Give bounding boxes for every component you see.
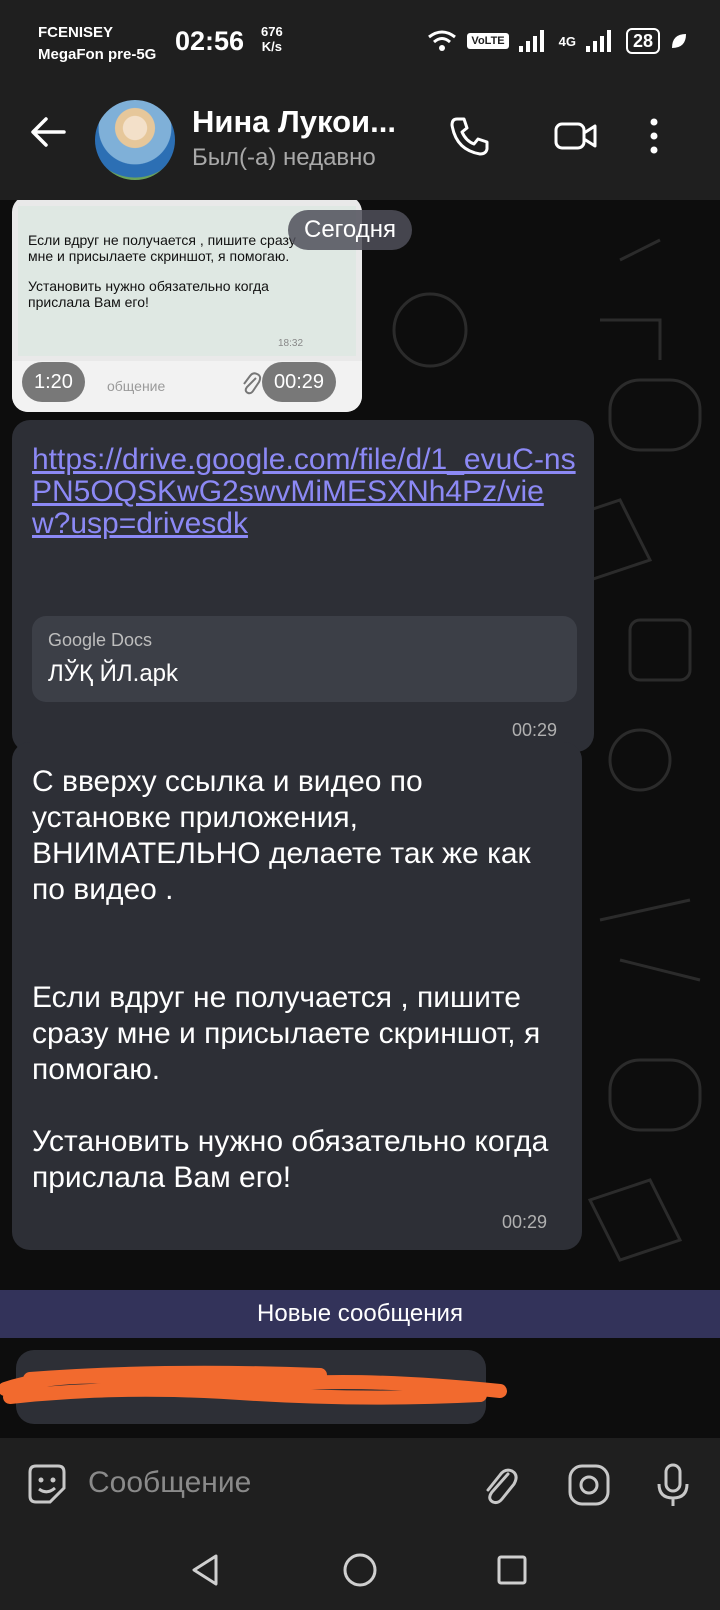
preview-title: ЛЎҚ ЙЛ.apk xyxy=(48,660,179,687)
text-message[interactable]: С вверху ссылка и видео по установке при… xyxy=(12,742,582,1250)
message-paragraph-3: Установить нужно обязательно когда присл… xyxy=(32,1125,549,1194)
video-preview-line-2: Установить нужно обязательно когда присл… xyxy=(28,278,269,310)
message-input-bar: Сообщение xyxy=(0,1438,720,1530)
network-speed: 676 K/s xyxy=(261,24,283,54)
speed-value: 676 xyxy=(261,24,283,39)
signal-icon-2 xyxy=(585,30,611,52)
video-inner-time: 18:32 xyxy=(278,338,304,349)
more-menu-icon[interactable] xyxy=(644,114,664,158)
message-input[interactable]: Сообщение xyxy=(88,1466,251,1500)
video-preview-text: Если вдруг не получается , пишите сразу … xyxy=(28,232,298,324)
leaf-icon xyxy=(672,34,686,48)
chat-header: Нина Лукои... Был(-а) недавно xyxy=(0,82,720,200)
carrier-info: FCENISEY MegaFon pre-5G xyxy=(38,22,156,66)
nav-recents-icon[interactable] xyxy=(492,1550,532,1590)
battery-indicator: 28 xyxy=(625,28,660,54)
wifi-icon xyxy=(428,30,457,51)
nav-back-icon[interactable] xyxy=(186,1550,226,1590)
signal-icon xyxy=(518,30,544,52)
clock: 02:56 xyxy=(175,26,245,56)
date-separator: Сегодня xyxy=(288,210,412,250)
redaction-scribble xyxy=(0,1365,507,1405)
speed-unit: K/s xyxy=(261,39,282,54)
volte-badge: VoLTE xyxy=(467,33,509,49)
network-type: 4G xyxy=(558,33,576,49)
status-icons: VoLTE 4G 28 xyxy=(427,28,688,54)
message-paragraph-2: Если вдруг не получается , пишите сразу … xyxy=(32,981,541,1086)
video-input-placeholder: общение xyxy=(107,378,166,394)
nav-home-icon[interactable] xyxy=(340,1550,380,1590)
back-arrow-icon[interactable] xyxy=(28,112,68,152)
message-body: С вверху ссылка и видео по установке при… xyxy=(32,764,557,1232)
attach-icon[interactable] xyxy=(478,1462,524,1508)
message-time: 00:29 xyxy=(502,1212,548,1232)
microphone-icon[interactable] xyxy=(650,1462,696,1508)
link-message[interactable]: https://drive.google.com/file/d/1_evuC-n… xyxy=(12,420,594,752)
video-time: 00:29 xyxy=(262,362,337,402)
sticker-icon[interactable] xyxy=(24,1462,70,1508)
status-bar: FCENISEY MegaFon pre-5G 02:56 676 K/s Vo… xyxy=(0,0,720,82)
preview-source: Google Docs xyxy=(48,630,153,650)
carrier-2: MegaFon pre-5G xyxy=(38,46,157,63)
contact-status: Был(-а) недавно xyxy=(192,144,376,171)
video-duration: 1:20 xyxy=(22,362,85,402)
new-messages-divider: Новые сообщения xyxy=(0,1290,720,1338)
phone-icon[interactable] xyxy=(448,114,492,158)
camera-icon[interactable] xyxy=(566,1462,612,1508)
contact-name[interactable]: Нина Лукои... xyxy=(192,104,396,140)
drive-link[interactable]: https://drive.google.com/file/d/1_evuC-n… xyxy=(32,444,577,540)
chat-area[interactable]: Если вдруг не получается , пишите сразу … xyxy=(0,200,720,1438)
video-call-icon[interactable] xyxy=(554,114,598,158)
message-time: 00:29 xyxy=(512,720,558,740)
paperclip-icon xyxy=(243,372,262,395)
system-nav-bar xyxy=(0,1530,720,1610)
message-paragraph-1: С вверху ссылка и видео по установке при… xyxy=(32,765,531,906)
carrier-1: FCENISEY xyxy=(38,24,114,41)
avatar[interactable] xyxy=(95,100,175,180)
video-preview-line-1: Если вдруг не получается , пишите сразу … xyxy=(28,232,296,264)
link-preview[interactable]: Google Docs ЛЎҚ ЙЛ.apk xyxy=(32,616,577,702)
